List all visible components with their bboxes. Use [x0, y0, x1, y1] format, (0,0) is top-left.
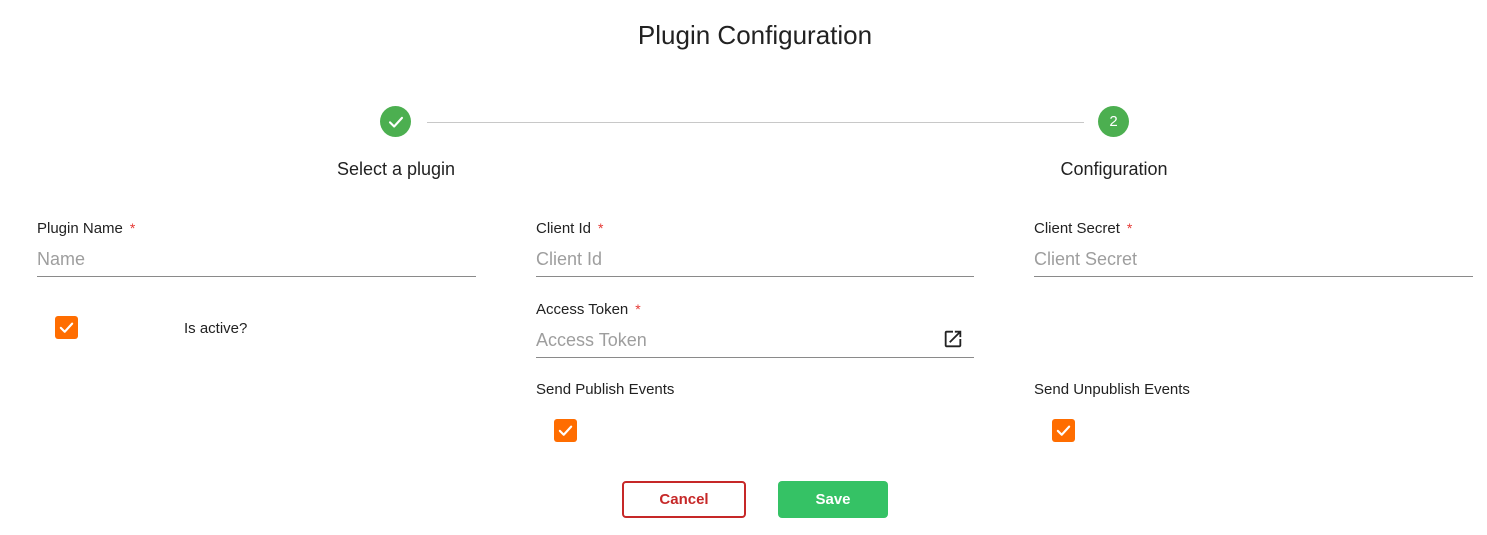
client-id-input-wrap: [536, 247, 974, 277]
send-publish-events-label: Send Publish Events: [536, 381, 675, 398]
step-1-completed-indicator[interactable]: [380, 106, 411, 137]
client-id-field: Client Id *: [536, 218, 974, 277]
access-token-input-wrap: [536, 328, 974, 358]
plugin-name-label-row: Plugin Name *: [37, 218, 476, 238]
required-marker: *: [129, 220, 136, 236]
check-icon: [388, 116, 403, 128]
cancel-button[interactable]: Cancel: [622, 481, 746, 518]
plugin-configuration-page: Plugin Configuration 2 Select a plugin C…: [0, 0, 1487, 535]
access-token-input[interactable]: [536, 328, 931, 352]
is-active-label: Is active?: [184, 320, 248, 337]
access-token-label: Access Token: [536, 301, 629, 318]
plugin-name-input[interactable]: [37, 247, 476, 271]
send-unpublish-events-label: Send Unpublish Events: [1034, 381, 1190, 398]
step-1-label: Select a plugin: [336, 159, 456, 179]
required-marker: *: [1126, 220, 1133, 236]
client-secret-input[interactable]: [1034, 247, 1473, 271]
open-in-new-icon[interactable]: [942, 328, 964, 350]
required-marker: *: [635, 301, 641, 317]
required-marker: *: [598, 220, 604, 236]
checkmark-icon: [59, 322, 74, 333]
client-id-input[interactable]: [536, 247, 974, 271]
plugin-name-field: Plugin Name *: [37, 218, 476, 277]
step-2-active-indicator[interactable]: 2: [1098, 106, 1129, 137]
client-secret-input-wrap: [1034, 247, 1473, 277]
plugin-name-label: Plugin Name: [37, 220, 123, 237]
save-button[interactable]: Save: [778, 481, 888, 518]
send-publish-events-checkbox[interactable]: [554, 419, 577, 442]
stepper-connector-line: [427, 122, 1084, 123]
client-id-label-row: Client Id *: [536, 218, 974, 238]
step-2-label: Configuration: [1060, 159, 1168, 179]
plugin-name-input-wrap: [37, 247, 476, 277]
client-secret-field: Client Secret *: [1034, 218, 1473, 277]
access-token-field: Access Token *: [536, 299, 974, 358]
checkmark-icon: [1056, 425, 1071, 436]
client-secret-label: Client Secret: [1034, 220, 1120, 237]
send-unpublish-events-checkbox[interactable]: [1052, 419, 1075, 442]
is-active-checkbox[interactable]: [55, 316, 78, 339]
checkmark-icon: [558, 425, 573, 436]
client-id-label: Client Id: [536, 220, 592, 237]
page-title: Plugin Configuration: [637, 20, 873, 50]
client-secret-label-row: Client Secret *: [1034, 218, 1473, 238]
access-token-label-row: Access Token *: [536, 299, 974, 319]
